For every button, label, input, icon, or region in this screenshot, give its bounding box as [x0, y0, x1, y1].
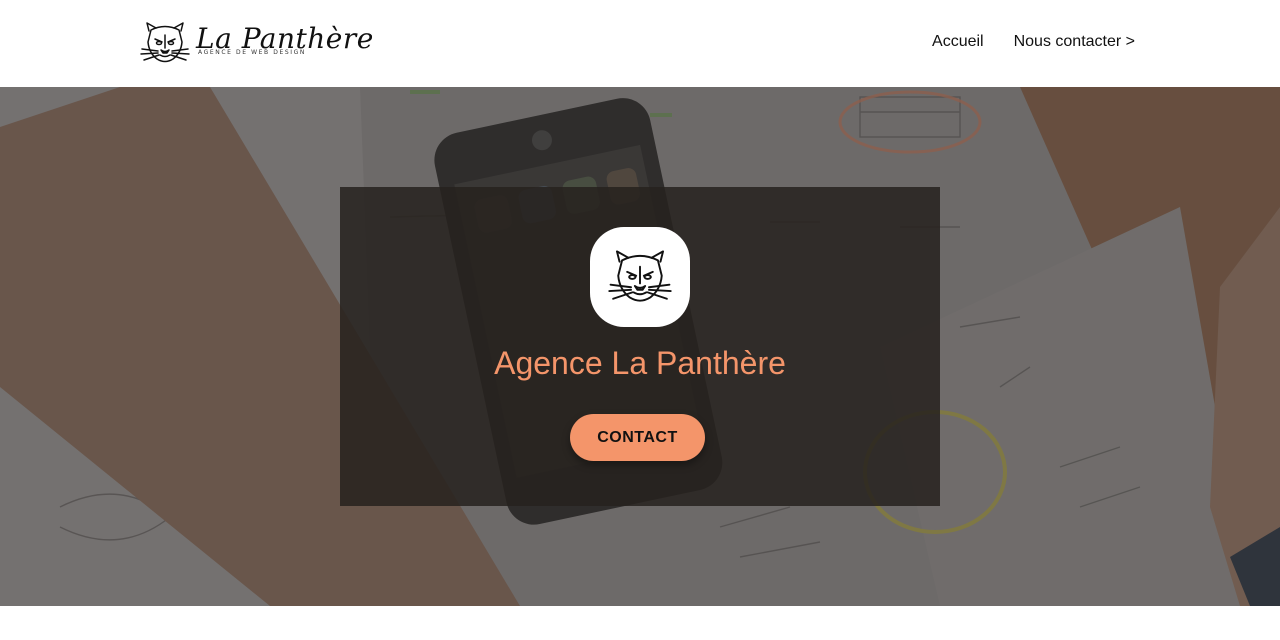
hero-card: Agence La Panthère CONTACT: [340, 187, 940, 506]
page-bottom-strip: [0, 606, 1280, 640]
main-nav: Accueil Nous contacter >: [932, 33, 1135, 51]
brand-logo[interactable]: La Panthère AGENCE DE WEB DESIGN: [140, 18, 373, 68]
panther-icon: [140, 22, 190, 63]
brand-tagline: AGENCE DE WEB DESIGN: [198, 49, 307, 56]
hero-badge: [590, 227, 690, 327]
site-header: La Panthère AGENCE DE WEB DESIGN Accueil…: [0, 0, 1280, 87]
contact-button[interactable]: CONTACT: [570, 414, 705, 461]
hero-title: Agence La Panthère: [494, 345, 786, 381]
nav-link-nous-contacter[interactable]: Nous contacter >: [1014, 33, 1135, 51]
hero-section: Agence La Panthère CONTACT: [0, 87, 1280, 606]
brand-wordmark: La Panthère AGENCE DE WEB DESIGN: [196, 20, 373, 66]
nav-link-accueil[interactable]: Accueil: [932, 33, 984, 51]
panther-icon: [608, 250, 672, 302]
